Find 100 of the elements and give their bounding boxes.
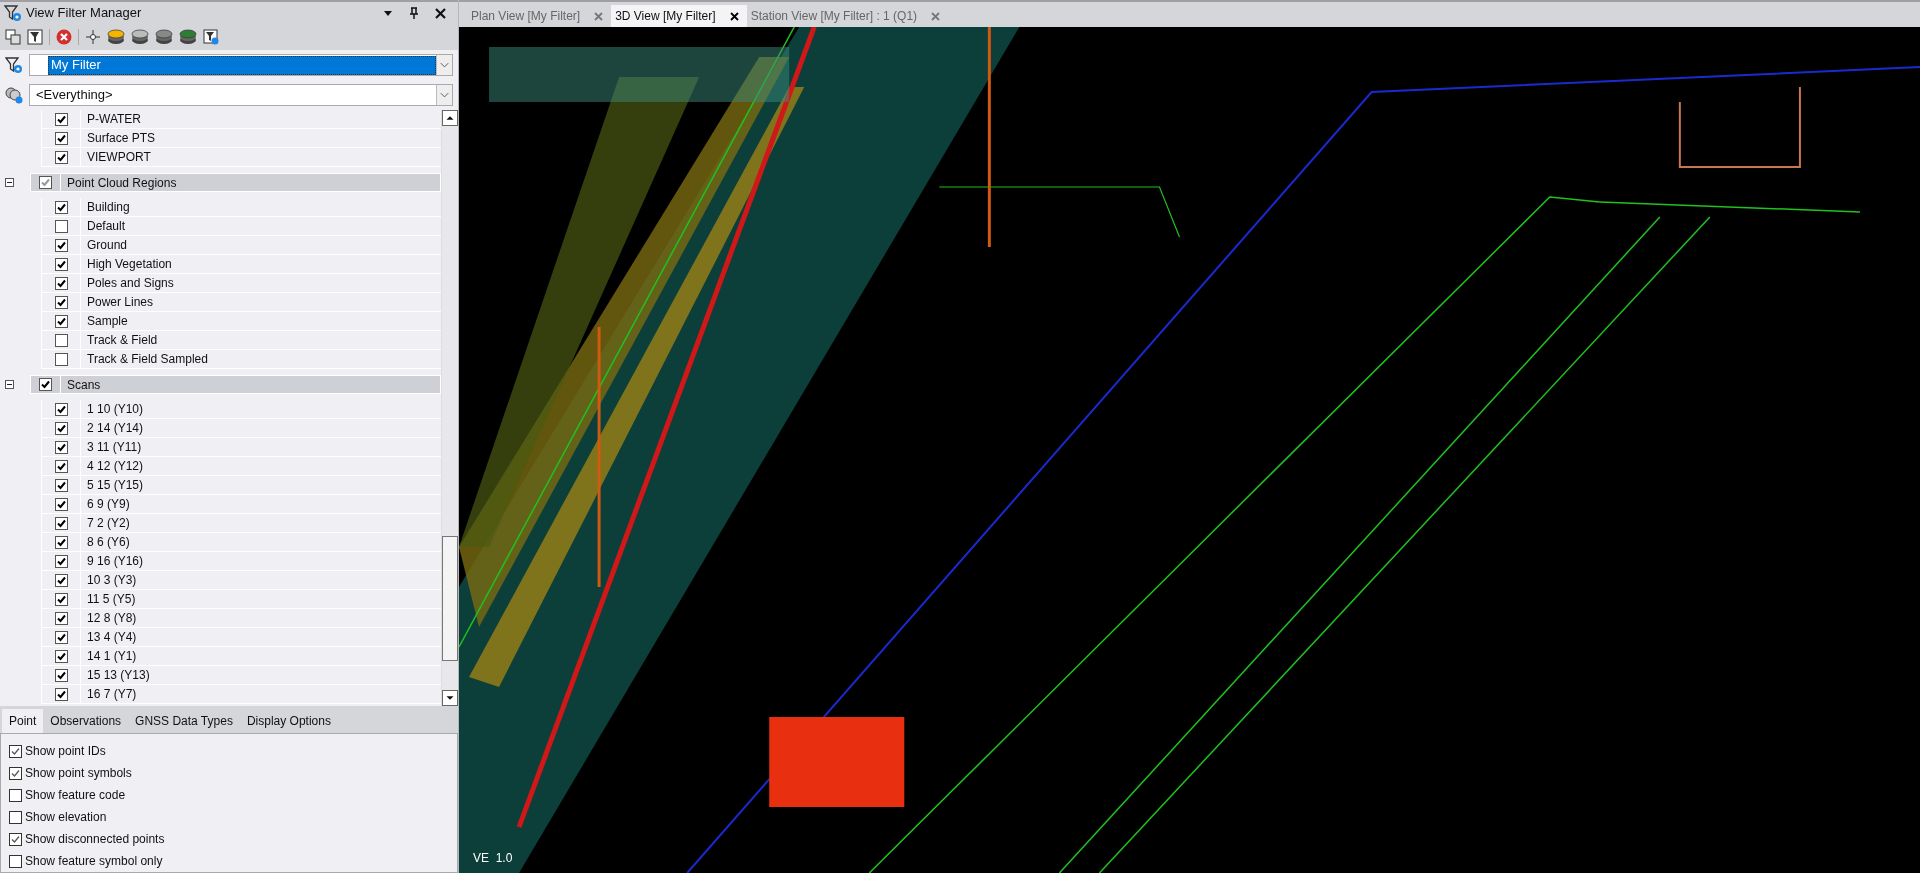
tree-row[interactable]: Track & Field Sampled [41,350,441,369]
checkbox[interactable] [54,219,68,233]
tree-row[interactable]: 9 16 (Y16) [41,552,441,571]
checkbox[interactable] [54,516,68,530]
filter-select[interactable]: My Filter [29,54,453,76]
tree-row-label: 10 3 (Y3) [86,572,137,589]
checkbox[interactable] [54,611,68,625]
checkbox[interactable] [9,810,22,824]
checkbox[interactable] [54,459,68,473]
checkbox[interactable] [54,352,68,366]
checkbox[interactable] [54,687,68,701]
linked-circles-icon [5,86,23,104]
checkbox[interactable] [39,378,52,391]
layers-icon[interactable] [131,29,149,45]
scrollbar[interactable] [441,110,458,706]
tree-row[interactable]: Building [41,198,441,217]
tree-row[interactable]: 3 11 (Y11) [41,438,441,457]
checkbox[interactable] [54,554,68,568]
tab[interactable]: Display Options [239,709,338,733]
checkbox[interactable] [54,295,68,309]
checkbox[interactable] [9,854,22,868]
scroll-up-icon[interactable] [442,110,458,126]
dropdown-icon[interactable] [383,9,393,17]
group-label: Scans [66,376,101,394]
checkbox[interactable] [54,150,68,164]
checkbox[interactable] [54,649,68,663]
collapse-toggle[interactable] [5,178,14,187]
tree-row[interactable]: Track & Field [41,331,441,350]
checkbox[interactable] [54,276,68,290]
scope-select[interactable]: <Everything> [29,84,453,106]
tree-row[interactable]: Poles and Signs [41,274,441,293]
tree-row-label: P-WATER [86,111,141,128]
tree-row[interactable]: High Vegetation [41,255,441,274]
tree-row-label: Sample [86,313,128,330]
tree-row[interactable]: Power Lines [41,293,441,312]
checkbox[interactable] [54,630,68,644]
tab[interactable]: GNSS Data Types [128,709,240,733]
checkbox[interactable] [9,832,22,846]
layers-icon[interactable] [107,29,125,45]
checkbox[interactable] [39,176,52,189]
tree-row[interactable]: 8 6 (Y6) [41,533,441,552]
tree-row[interactable]: 11 5 (Y5) [41,590,441,609]
checkbox[interactable] [54,573,68,587]
group-label: Point Cloud Regions [66,174,177,192]
collapse-toggle[interactable] [5,380,14,389]
layers-icon[interactable] [155,29,173,45]
scroll-down-icon[interactable] [442,690,458,706]
copy-icon[interactable] [5,29,21,45]
move-icon[interactable] [85,29,101,45]
tree-row[interactable]: 7 2 (Y2) [41,514,441,533]
checkbox[interactable] [54,112,68,126]
tree-row[interactable]: Surface PTS [41,129,441,148]
checkbox[interactable] [9,788,22,802]
view-tab[interactable]: 3D View [My Filter] [611,5,747,27]
checkbox[interactable] [9,766,22,780]
checkbox[interactable] [54,497,68,511]
option-label: Show point IDs [25,743,106,760]
checkbox[interactable] [54,402,68,416]
tree-row[interactable]: VIEWPORT [41,148,441,167]
tree-row-label: Surface PTS [86,130,156,147]
close-icon[interactable] [729,11,739,21]
checkbox[interactable] [54,200,68,214]
checkbox[interactable] [54,257,68,271]
tree-row[interactable]: P-WATER [41,110,441,129]
tab[interactable]: Point [2,709,44,733]
tab[interactable]: Observations [43,709,129,733]
tree-row[interactable]: 13 4 (Y4) [41,628,441,647]
filter-edit-icon[interactable] [27,29,43,45]
tree-row[interactable]: Sample [41,312,441,331]
tree-row[interactable]: 15 13 (Y13) [41,666,441,685]
checkbox[interactable] [54,535,68,549]
tree-row[interactable]: 5 15 (Y15) [41,476,441,495]
checkbox[interactable] [54,333,68,347]
checkbox[interactable] [54,440,68,454]
tree-row[interactable]: Default [41,217,441,236]
close-icon[interactable] [435,7,446,19]
tree-row[interactable]: 1 10 (Y10) [41,400,441,419]
layers-icon[interactable] [179,29,197,45]
tree-row[interactable]: 4 12 (Y12) [41,457,441,476]
tree-row[interactable]: 16 7 (Y7) [41,685,441,704]
checkbox[interactable] [54,314,68,328]
checkbox[interactable] [54,421,68,435]
tree-row[interactable]: Ground [41,236,441,255]
view-tab[interactable]: Station View [My Filter] : 1 (Q1) [746,5,949,27]
view-tab[interactable]: Plan View [My Filter] [467,5,612,27]
checkbox[interactable] [9,744,22,758]
tree-row[interactable]: 10 3 (Y3) [41,571,441,590]
checkbox[interactable] [54,478,68,492]
tree-row[interactable]: 12 8 (Y8) [41,609,441,628]
tree-row[interactable]: 2 14 (Y14) [41,419,441,438]
delete-icon[interactable] [56,29,72,45]
scrollbar-thumb[interactable] [442,536,458,661]
checkbox[interactable] [54,592,68,606]
tree-row[interactable]: 6 9 (Y9) [41,495,441,514]
checkbox[interactable] [54,238,68,252]
pin-icon[interactable] [409,7,419,19]
tree-row[interactable]: 14 1 (Y1) [41,647,441,666]
filter-icon[interactable] [203,29,219,45]
checkbox[interactable] [54,668,68,682]
checkbox[interactable] [54,131,68,145]
